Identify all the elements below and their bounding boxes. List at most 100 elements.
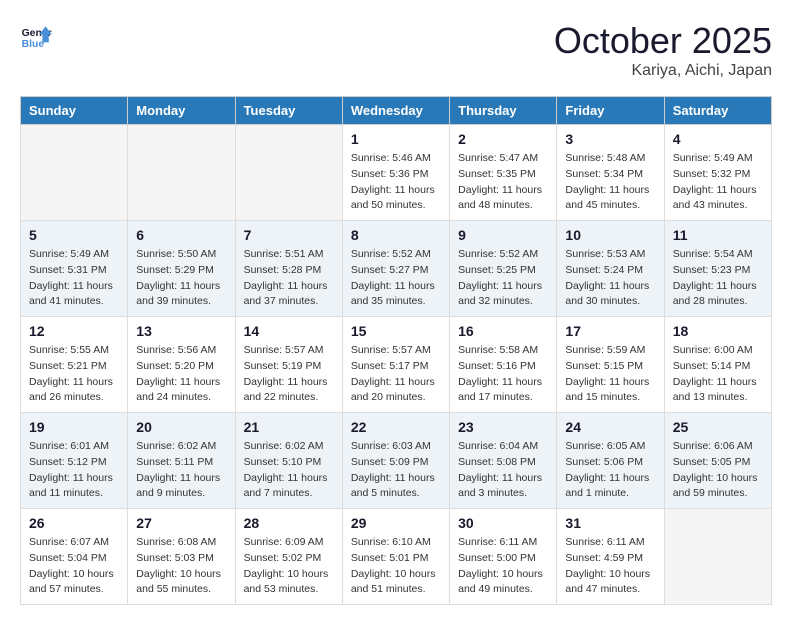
day-number: 28	[244, 515, 334, 531]
calendar-cell: 17Sunrise: 5:59 AM Sunset: 5:15 PM Dayli…	[557, 317, 664, 413]
day-info: Sunrise: 6:03 AM Sunset: 5:09 PM Dayligh…	[351, 439, 441, 502]
calendar-cell: 13 Sunrise: 5:56 AM Sunset: 5:20 PM Dayli…	[128, 317, 235, 413]
day-info: Sunrise: 6:08 AM Sunset: 5:03 PM Dayligh…	[136, 535, 226, 598]
day-number: 22	[351, 419, 441, 435]
calendar-cell: 12 Sunrise: 5:55 AM Sunset: 5:21 PM Dayli…	[21, 317, 128, 413]
col-header-sunday: Sunday	[21, 97, 128, 125]
calendar-cell: 21 Sunrise: 6:02 AM Sunset: 5:10 PM Dayli…	[235, 413, 342, 509]
col-header-monday: Monday	[128, 97, 235, 125]
day-number: 19	[29, 419, 119, 435]
day-info: Sunrise: 6:11 AM Sunset: 4:59 PM Dayligh…	[565, 535, 655, 598]
calendar-cell: 5 Sunrise: 5:49 AM Sunset: 5:31 PM Daylig…	[21, 221, 128, 317]
day-info: Sunrise: 6:07 AM Sunset: 5:04 PM Dayligh…	[29, 535, 119, 598]
calendar-week-5: 26 Sunrise: 6:07 AM Sunset: 5:04 PM Dayli…	[21, 509, 772, 605]
day-info: Sunrise: 5:53 AM Sunset: 5:24 PM Dayligh…	[565, 247, 655, 310]
calendar-cell: 9 Sunrise: 5:52 AM Sunset: 5:25 PM Daylig…	[450, 221, 557, 317]
day-number: 5	[29, 227, 119, 243]
calendar-week-3: 12 Sunrise: 5:55 AM Sunset: 5:21 PM Dayli…	[21, 317, 772, 413]
day-number: 4	[673, 131, 763, 147]
calendar-cell: 18Sunrise: 6:00 AM Sunset: 5:14 PM Dayli…	[664, 317, 771, 413]
calendar-cell: 25Sunrise: 6:06 AM Sunset: 5:05 PM Dayli…	[664, 413, 771, 509]
day-number: 8	[351, 227, 441, 243]
calendar-cell: 23 Sunrise: 6:04 AM Sunset: 5:08 PM Dayli…	[450, 413, 557, 509]
day-info: Sunrise: 5:58 AM Sunset: 5:16 PM Dayligh…	[458, 343, 548, 406]
calendar-cell: 31 Sunrise: 6:11 AM Sunset: 4:59 PM Dayli…	[557, 509, 664, 605]
day-info: Sunrise: 6:05 AM Sunset: 5:06 PM Dayligh…	[565, 439, 655, 502]
calendar-week-2: 5 Sunrise: 5:49 AM Sunset: 5:31 PM Daylig…	[21, 221, 772, 317]
calendar-cell: 24 Sunrise: 6:05 AM Sunset: 5:06 PM Dayli…	[557, 413, 664, 509]
day-info: Sunrise: 5:47 AM Sunset: 5:35 PM Dayligh…	[458, 151, 548, 214]
day-number: 30	[458, 515, 548, 531]
day-number: 31	[565, 515, 655, 531]
calendar-cell: 15Sunrise: 5:57 AM Sunset: 5:17 PM Dayli…	[342, 317, 449, 413]
calendar-week-4: 19 Sunrise: 6:01 AM Sunset: 5:12 PM Dayli…	[21, 413, 772, 509]
day-info: Sunrise: 6:00 AM Sunset: 5:14 PM Dayligh…	[673, 343, 763, 406]
day-info: Sunrise: 6:09 AM Sunset: 5:02 PM Dayligh…	[244, 535, 334, 598]
day-info: Sunrise: 5:52 AM Sunset: 5:27 PM Dayligh…	[351, 247, 441, 310]
day-number: 13	[136, 323, 226, 339]
calendar-cell: 2 Sunrise: 5:47 AM Sunset: 5:35 PM Daylig…	[450, 125, 557, 221]
day-number: 23	[458, 419, 548, 435]
day-info: Sunrise: 5:52 AM Sunset: 5:25 PM Dayligh…	[458, 247, 548, 310]
day-info: Sunrise: 5:50 AM Sunset: 5:29 PM Dayligh…	[136, 247, 226, 310]
day-number: 24	[565, 419, 655, 435]
col-header-tuesday: Tuesday	[235, 97, 342, 125]
day-number: 27	[136, 515, 226, 531]
page-header: General Blue October 2025 Kariya, Aichi,…	[20, 20, 772, 80]
day-number: 9	[458, 227, 548, 243]
calendar-cell: 10 Sunrise: 5:53 AM Sunset: 5:24 PM Dayli…	[557, 221, 664, 317]
day-number: 21	[244, 419, 334, 435]
calendar-cell: 3Sunrise: 5:48 AM Sunset: 5:34 PM Daylig…	[557, 125, 664, 221]
day-info: Sunrise: 5:59 AM Sunset: 5:15 PM Dayligh…	[565, 343, 655, 406]
calendar-cell: 8 Sunrise: 5:52 AM Sunset: 5:27 PM Daylig…	[342, 221, 449, 317]
calendar-cell	[235, 125, 342, 221]
day-number: 12	[29, 323, 119, 339]
col-header-saturday: Saturday	[664, 97, 771, 125]
location: Kariya, Aichi, Japan	[554, 62, 772, 80]
calendar-cell: 29 Sunrise: 6:10 AM Sunset: 5:01 PM Dayli…	[342, 509, 449, 605]
day-number: 10	[565, 227, 655, 243]
day-info: Sunrise: 5:46 AM Sunset: 5:36 PM Dayligh…	[351, 151, 441, 214]
calendar-cell	[128, 125, 235, 221]
day-info: Sunrise: 6:10 AM Sunset: 5:01 PM Dayligh…	[351, 535, 441, 598]
day-number: 2	[458, 131, 548, 147]
day-info: Sunrise: 5:51 AM Sunset: 5:28 PM Dayligh…	[244, 247, 334, 310]
day-info: Sunrise: 6:02 AM Sunset: 5:10 PM Dayligh…	[244, 439, 334, 502]
day-info: Sunrise: 5:56 AM Sunset: 5:20 PM Dayligh…	[136, 343, 226, 406]
day-number: 20	[136, 419, 226, 435]
day-info: Sunrise: 5:57 AM Sunset: 5:19 PM Dayligh…	[244, 343, 334, 406]
header-row: SundayMondayTuesdayWednesdayThursdayFrid…	[21, 97, 772, 125]
day-number: 25	[673, 419, 763, 435]
day-number: 14	[244, 323, 334, 339]
day-number: 29	[351, 515, 441, 531]
calendar-cell: 1 Sunrise: 5:46 AM Sunset: 5:36 PM Daylig…	[342, 125, 449, 221]
calendar-week-1: 1 Sunrise: 5:46 AM Sunset: 5:36 PM Daylig…	[21, 125, 772, 221]
logo-icon: General Blue	[20, 20, 52, 52]
calendar-cell: 14 Sunrise: 5:57 AM Sunset: 5:19 PM Dayli…	[235, 317, 342, 413]
calendar-cell	[664, 509, 771, 605]
calendar-cell: 16Sunrise: 5:58 AM Sunset: 5:16 PM Dayli…	[450, 317, 557, 413]
day-info: Sunrise: 6:01 AM Sunset: 5:12 PM Dayligh…	[29, 439, 119, 502]
day-info: Sunrise: 5:55 AM Sunset: 5:21 PM Dayligh…	[29, 343, 119, 406]
title-block: October 2025 Kariya, Aichi, Japan	[554, 20, 772, 80]
calendar-cell: 22 Sunrise: 6:03 AM Sunset: 5:09 PM Dayli…	[342, 413, 449, 509]
day-number: 11	[673, 227, 763, 243]
calendar-cell	[21, 125, 128, 221]
calendar-cell: 26 Sunrise: 6:07 AM Sunset: 5:04 PM Dayli…	[21, 509, 128, 605]
calendar-cell: 27 Sunrise: 6:08 AM Sunset: 5:03 PM Dayli…	[128, 509, 235, 605]
calendar-cell: 20Sunrise: 6:02 AM Sunset: 5:11 PM Dayli…	[128, 413, 235, 509]
col-header-friday: Friday	[557, 97, 664, 125]
day-info: Sunrise: 6:04 AM Sunset: 5:08 PM Dayligh…	[458, 439, 548, 502]
calendar-cell: 30 Sunrise: 6:11 AM Sunset: 5:00 PM Dayli…	[450, 509, 557, 605]
day-info: Sunrise: 6:11 AM Sunset: 5:00 PM Dayligh…	[458, 535, 548, 598]
calendar-table: SundayMondayTuesdayWednesdayThursdayFrid…	[20, 96, 772, 605]
day-number: 26	[29, 515, 119, 531]
day-number: 15	[351, 323, 441, 339]
calendar-cell: 19 Sunrise: 6:01 AM Sunset: 5:12 PM Dayli…	[21, 413, 128, 509]
col-header-thursday: Thursday	[450, 97, 557, 125]
day-number: 1	[351, 131, 441, 147]
month-title: October 2025	[554, 20, 772, 62]
calendar-cell: 6Sunrise: 5:50 AM Sunset: 5:29 PM Daylig…	[128, 221, 235, 317]
day-info: Sunrise: 5:49 AM Sunset: 5:31 PM Dayligh…	[29, 247, 119, 310]
day-info: Sunrise: 5:49 AM Sunset: 5:32 PM Dayligh…	[673, 151, 763, 214]
